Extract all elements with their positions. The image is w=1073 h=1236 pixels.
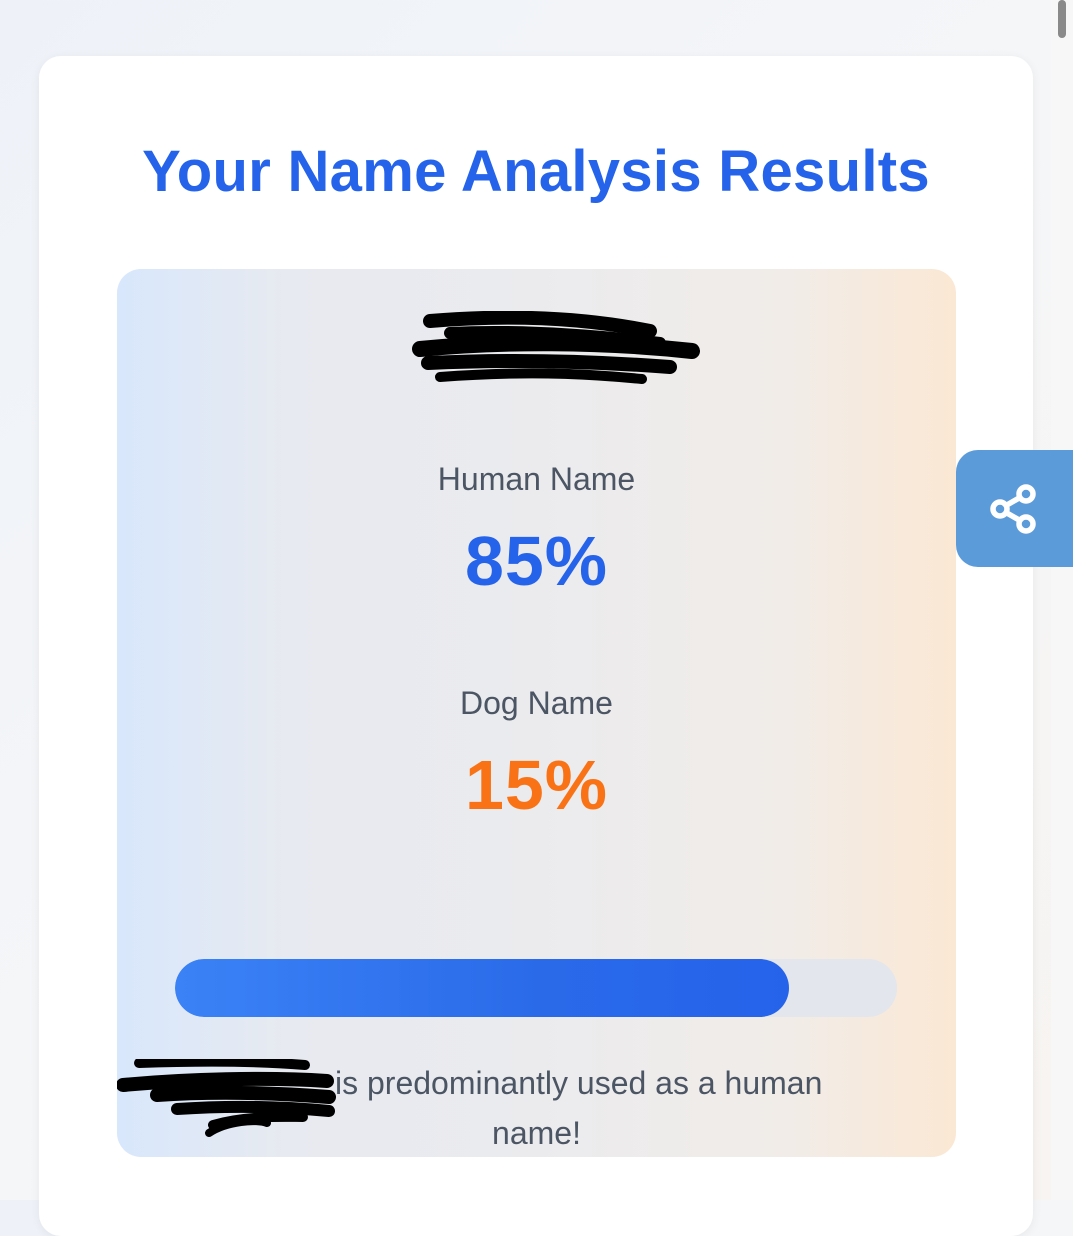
summary-text: is predominantly used as a human name! xyxy=(117,1059,956,1151)
dog-name-label: Dog Name xyxy=(460,685,613,721)
human-progress-bar xyxy=(175,959,897,1017)
share-icon xyxy=(990,483,1036,534)
human-progress-fill xyxy=(175,959,789,1017)
result-panel: Human Name 85% Dog Name 15% is predomina… xyxy=(117,269,956,1157)
results-card: Your Name Analysis Results Human Name 85… xyxy=(39,56,1033,1236)
scrollbar[interactable] xyxy=(1051,0,1073,1200)
summary-line-1: is predominantly used as a human xyxy=(335,1065,823,1101)
page-title: Your Name Analysis Results xyxy=(142,139,930,204)
human-name-label: Human Name xyxy=(437,461,636,497)
redacted-name-scribble xyxy=(412,311,700,384)
share-button[interactable] xyxy=(956,450,1073,567)
scrollbar-thumb[interactable] xyxy=(1058,0,1066,38)
summary-line-2: name! xyxy=(492,1115,581,1151)
dog-name-percentage: 15% xyxy=(464,746,609,824)
human-name-percentage: 85% xyxy=(464,522,609,600)
